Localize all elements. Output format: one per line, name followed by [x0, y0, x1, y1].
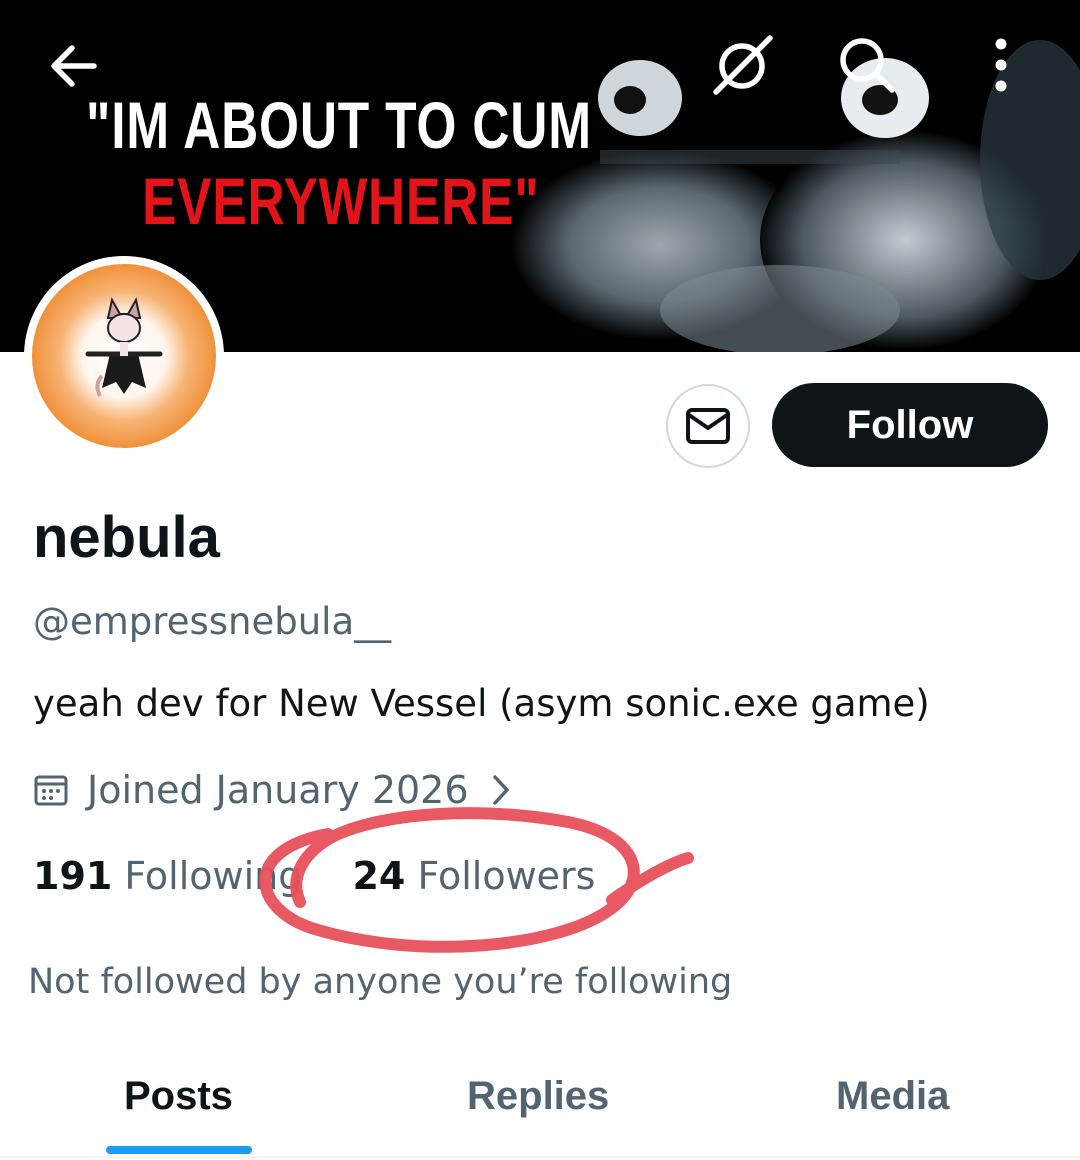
tab-media[interactable]: Media — [836, 1074, 949, 1119]
mutual-followers-note: Not followed by anyone you’re following — [28, 962, 733, 1002]
follow-stats: 191 Following 24 Followers — [33, 854, 595, 898]
envelope-icon — [686, 408, 730, 444]
chevron-right-icon — [492, 775, 509, 805]
profile-avatar[interactable] — [24, 256, 224, 456]
follow-button[interactable]: Follow — [772, 383, 1048, 467]
profile-tabs: Posts Replies Media — [0, 1048, 1080, 1158]
back-arrow-icon — [51, 45, 97, 87]
tab-posts[interactable]: Posts — [124, 1074, 233, 1119]
joined-date-text: Joined January 2026 — [87, 768, 469, 812]
grok-icon — [713, 35, 773, 95]
more-vertical-icon — [995, 38, 1007, 92]
grok-button[interactable] — [708, 30, 778, 100]
followers-stat[interactable]: 24 Followers — [352, 854, 595, 898]
banner-caption-line1: "IM ABOUT TO CUM — [86, 88, 592, 162]
message-button[interactable] — [666, 384, 750, 468]
avatar-image — [32, 264, 216, 448]
bio-text: yeah dev for New Vessel (asym sonic.exe … — [33, 682, 930, 725]
search-icon — [840, 38, 895, 93]
username-handle: @empressnebula__ — [33, 600, 392, 643]
following-label: Following — [124, 854, 303, 898]
display-name: nebula — [33, 505, 220, 570]
following-count: 191 — [33, 854, 113, 898]
more-options-button[interactable] — [976, 30, 1026, 100]
followers-count: 24 — [352, 854, 406, 898]
active-tab-indicator — [106, 1146, 252, 1154]
tab-replies[interactable]: Replies — [467, 1074, 609, 1119]
banner-caption: "IM ABOUT TO CUM EVERYWHERE" — [86, 92, 592, 234]
followers-label: Followers — [417, 854, 596, 898]
banner-caption-line2: EVERYWHERE" — [142, 164, 540, 238]
joined-date-row[interactable]: Joined January 2026 — [33, 768, 511, 812]
calendar-icon — [34, 775, 68, 806]
following-stat[interactable]: 191 Following — [33, 854, 302, 898]
search-button[interactable] — [832, 30, 902, 100]
back-button[interactable] — [44, 38, 104, 94]
